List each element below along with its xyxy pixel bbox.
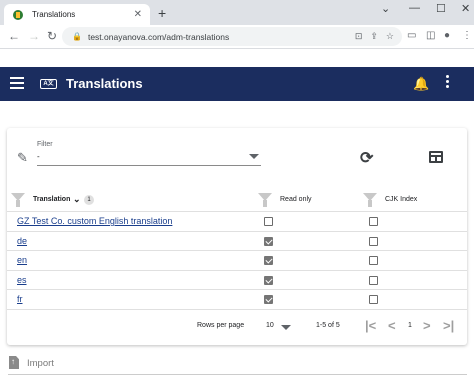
browser-menu-icon[interactable]: ⋮ [462, 30, 472, 41]
minimize-icon[interactable]: — [409, 2, 420, 14]
reload-icon[interactable]: ↻ [47, 29, 57, 43]
edit-filter-icon[interactable]: ✎ [17, 150, 28, 166]
side-panel-icon[interactable]: ◫ [426, 30, 435, 41]
read-only-checkbox[interactable] [264, 236, 273, 246]
translation-link[interactable]: fr [17, 294, 23, 304]
translation-link[interactable]: de [17, 236, 27, 246]
translation-link[interactable]: es [17, 275, 27, 285]
chevron-down-icon[interactable] [281, 325, 291, 330]
cast-icon[interactable]: ▭ [407, 30, 416, 41]
lock-icon[interactable]: 🔒 [72, 32, 82, 41]
pagination: Rows per page 10 1-5 of 5 |< < 1 > >| [7, 316, 467, 336]
refresh-icon[interactable]: ⟳ [360, 148, 373, 168]
more-options-icon[interactable] [446, 75, 450, 91]
read-only-checkbox[interactable] [264, 217, 273, 226]
next-page-icon[interactable]: > [423, 318, 431, 333]
url-text[interactable]: test.onayanova.com/adm-translations [88, 32, 355, 42]
rows-per-page-label: Rows per page [197, 322, 245, 329]
tab-search-icon[interactable]: ⌄ [381, 2, 390, 15]
profile-icon[interactable]: ● [444, 30, 450, 41]
share-icon[interactable]: ⇪ [370, 31, 378, 42]
table-row[interactable]: fr [7, 290, 467, 310]
import-file-icon[interactable] [9, 356, 19, 369]
app-header: A文 Translations 🔔 [0, 67, 474, 101]
translations-card: ✎ Filter - ⟳ Translation ⌄ 1 Read only C… [7, 128, 467, 345]
forward-icon[interactable]: → [28, 29, 40, 43]
previous-page-icon[interactable]: < [388, 318, 396, 333]
browser-tab[interactable]: Translations ✕ [4, 4, 150, 25]
filter-funnel-icon[interactable] [11, 193, 25, 207]
cjk-index-checkbox[interactable] [369, 295, 378, 304]
chevron-down-icon[interactable] [249, 154, 259, 159]
install-app-icon[interactable]: ⊡ [355, 31, 363, 42]
table-row[interactable]: es [7, 271, 467, 290]
filter-funnel-icon[interactable] [258, 193, 272, 207]
back-icon[interactable]: ← [8, 29, 20, 43]
site-favicon-icon [13, 9, 23, 20]
translation-link[interactable]: GZ Test Co. custom English translation [17, 216, 172, 226]
current-page: 1 [408, 322, 412, 329]
tab-close-icon[interactable]: ✕ [134, 9, 142, 20]
new-tab-button[interactable]: + [158, 6, 166, 20]
notifications-bell-icon[interactable]: 🔔 [413, 76, 429, 92]
column-header-translation[interactable]: Translation [33, 196, 70, 203]
first-page-icon[interactable]: |< [365, 318, 376, 333]
table-header: Translation ⌄ 1 Read only CJK Index [7, 190, 467, 212]
sort-order-badge: 1 [84, 195, 94, 205]
read-only-checkbox[interactable] [264, 256, 273, 265]
menu-icon[interactable] [10, 77, 24, 89]
filter-select[interactable]: - [37, 150, 261, 166]
page-title: Translations [66, 76, 143, 91]
filter-label: Filter [37, 141, 53, 148]
tab-title: Translations [32, 10, 76, 19]
read-only-checkbox[interactable] [264, 295, 273, 304]
rows-per-page-select[interactable]: 10 [266, 322, 274, 329]
maximize-icon[interactable]: ☐ [436, 2, 446, 15]
translation-link[interactable]: en [17, 255, 27, 265]
sort-down-icon[interactable]: ⌄ [73, 194, 81, 205]
table-row[interactable]: de [7, 232, 467, 251]
browser-tabstrip: Translations ✕ + ⌄ — ☐ ✕ [0, 0, 474, 25]
filter-value: - [37, 152, 40, 161]
pagination-range: 1-5 of 5 [316, 322, 340, 329]
import-label[interactable]: Import [27, 358, 54, 369]
divider [8, 374, 467, 375]
column-header-read-only[interactable]: Read only [280, 196, 312, 203]
last-page-icon[interactable]: >| [443, 318, 454, 333]
address-bar[interactable]: 🔒 test.onayanova.com/adm-translations ⊡ … [62, 27, 402, 46]
filter-funnel-icon[interactable] [363, 193, 377, 207]
translate-icon: A文 [40, 79, 57, 89]
bookmark-star-icon[interactable]: ☆ [386, 31, 394, 42]
close-window-icon[interactable]: ✕ [461, 2, 470, 15]
cjk-index-checkbox[interactable] [369, 236, 378, 246]
read-only-checkbox[interactable] [264, 275, 273, 285]
cjk-index-checkbox[interactable] [369, 217, 378, 226]
table-row[interactable]: en [7, 251, 467, 271]
columns-icon[interactable] [429, 151, 443, 163]
cjk-index-checkbox[interactable] [369, 256, 378, 265]
table-row[interactable]: GZ Test Co. custom English translation [7, 212, 467, 232]
cjk-index-checkbox[interactable] [369, 275, 378, 285]
browser-toolbar: ← → ↻ 🔒 test.onayanova.com/adm-translati… [0, 25, 474, 49]
column-header-cjk-index[interactable]: CJK Index [385, 196, 417, 203]
